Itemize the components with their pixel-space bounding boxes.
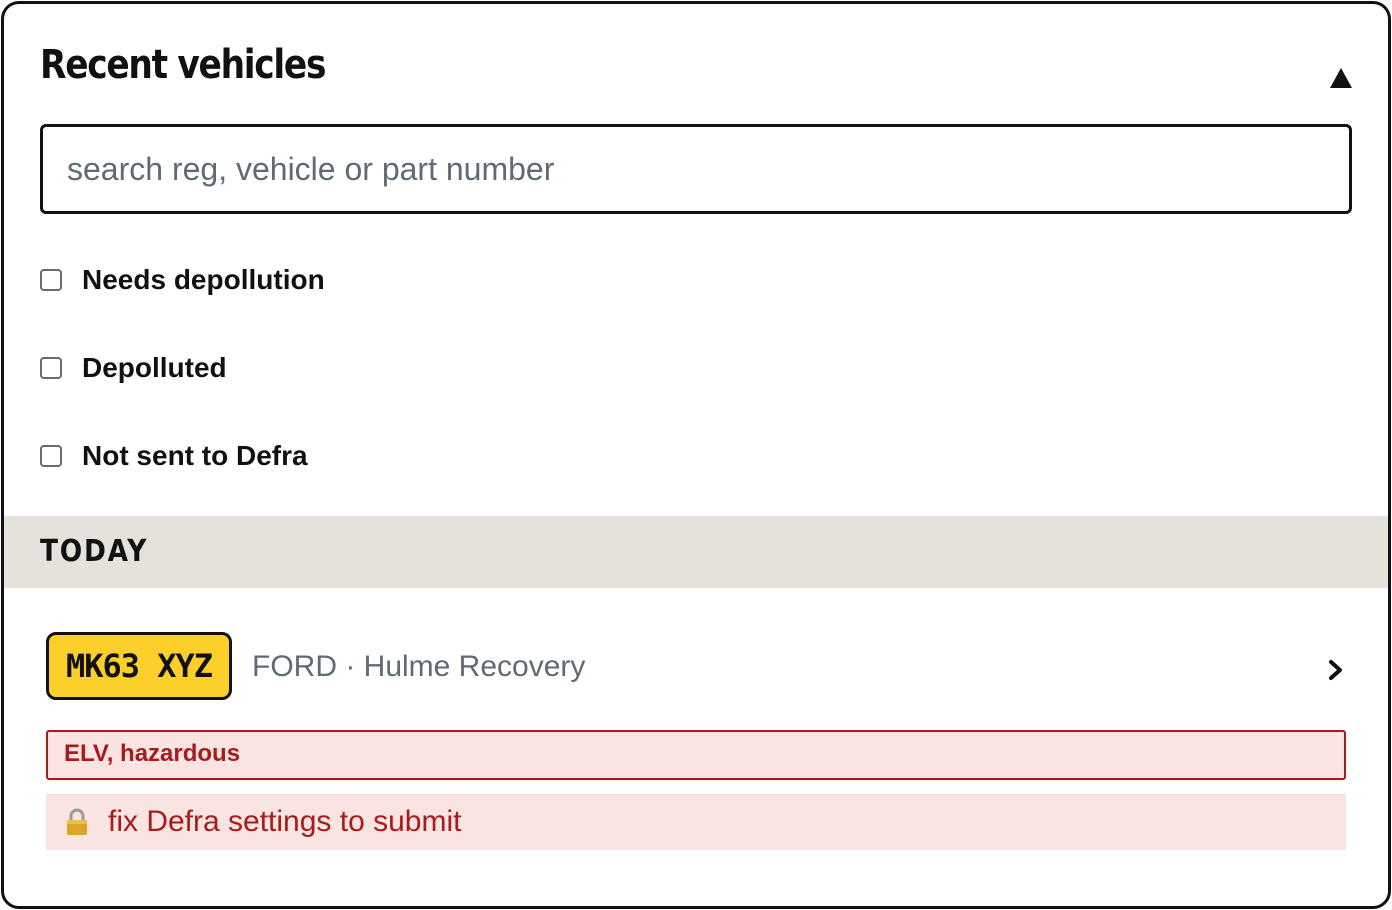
filter-label: Depolluted [82, 352, 227, 383]
triangle-up-icon [1330, 68, 1352, 88]
panel-title: Recent vehicles [40, 42, 326, 88]
filter-not-sent-to-defra[interactable]: Not sent to Defra [40, 436, 308, 476]
notice-text: fix Defra settings to submit [108, 805, 462, 838]
needs-depollution-checkbox[interactable] [40, 269, 62, 291]
panel-header: Recent vehicles [40, 42, 1352, 102]
hazard-warning: ELV, hazardous [46, 730, 1346, 780]
recent-vehicles-panel: Recent vehicles Needs depollution Depoll… [1, 1, 1391, 909]
defra-settings-notice[interactable]: fix Defra settings to submit [46, 794, 1346, 850]
vehicle-description: FORD · Hulme Recovery [252, 650, 586, 683]
collapse-button[interactable] [1324, 60, 1358, 94]
chevron-right-icon [1329, 660, 1342, 680]
depolluted-checkbox[interactable] [40, 357, 62, 379]
filter-needs-depollution[interactable]: Needs depollution [40, 260, 325, 300]
vehicle-row[interactable]: MK63 XYZ FORD · Hulme Recovery [4, 620, 1388, 716]
registration-plate: MK63 XYZ [46, 632, 232, 700]
section-title: TODAY [40, 534, 149, 569]
search-input[interactable] [40, 124, 1352, 214]
filter-label: Not sent to Defra [82, 440, 308, 471]
section-header-today: TODAY [4, 516, 1388, 588]
lock-icon [67, 808, 87, 835]
filter-label: Needs depollution [82, 264, 325, 295]
not-sent-to-defra-checkbox[interactable] [40, 445, 62, 467]
filter-depolluted[interactable]: Depolluted [40, 348, 227, 388]
